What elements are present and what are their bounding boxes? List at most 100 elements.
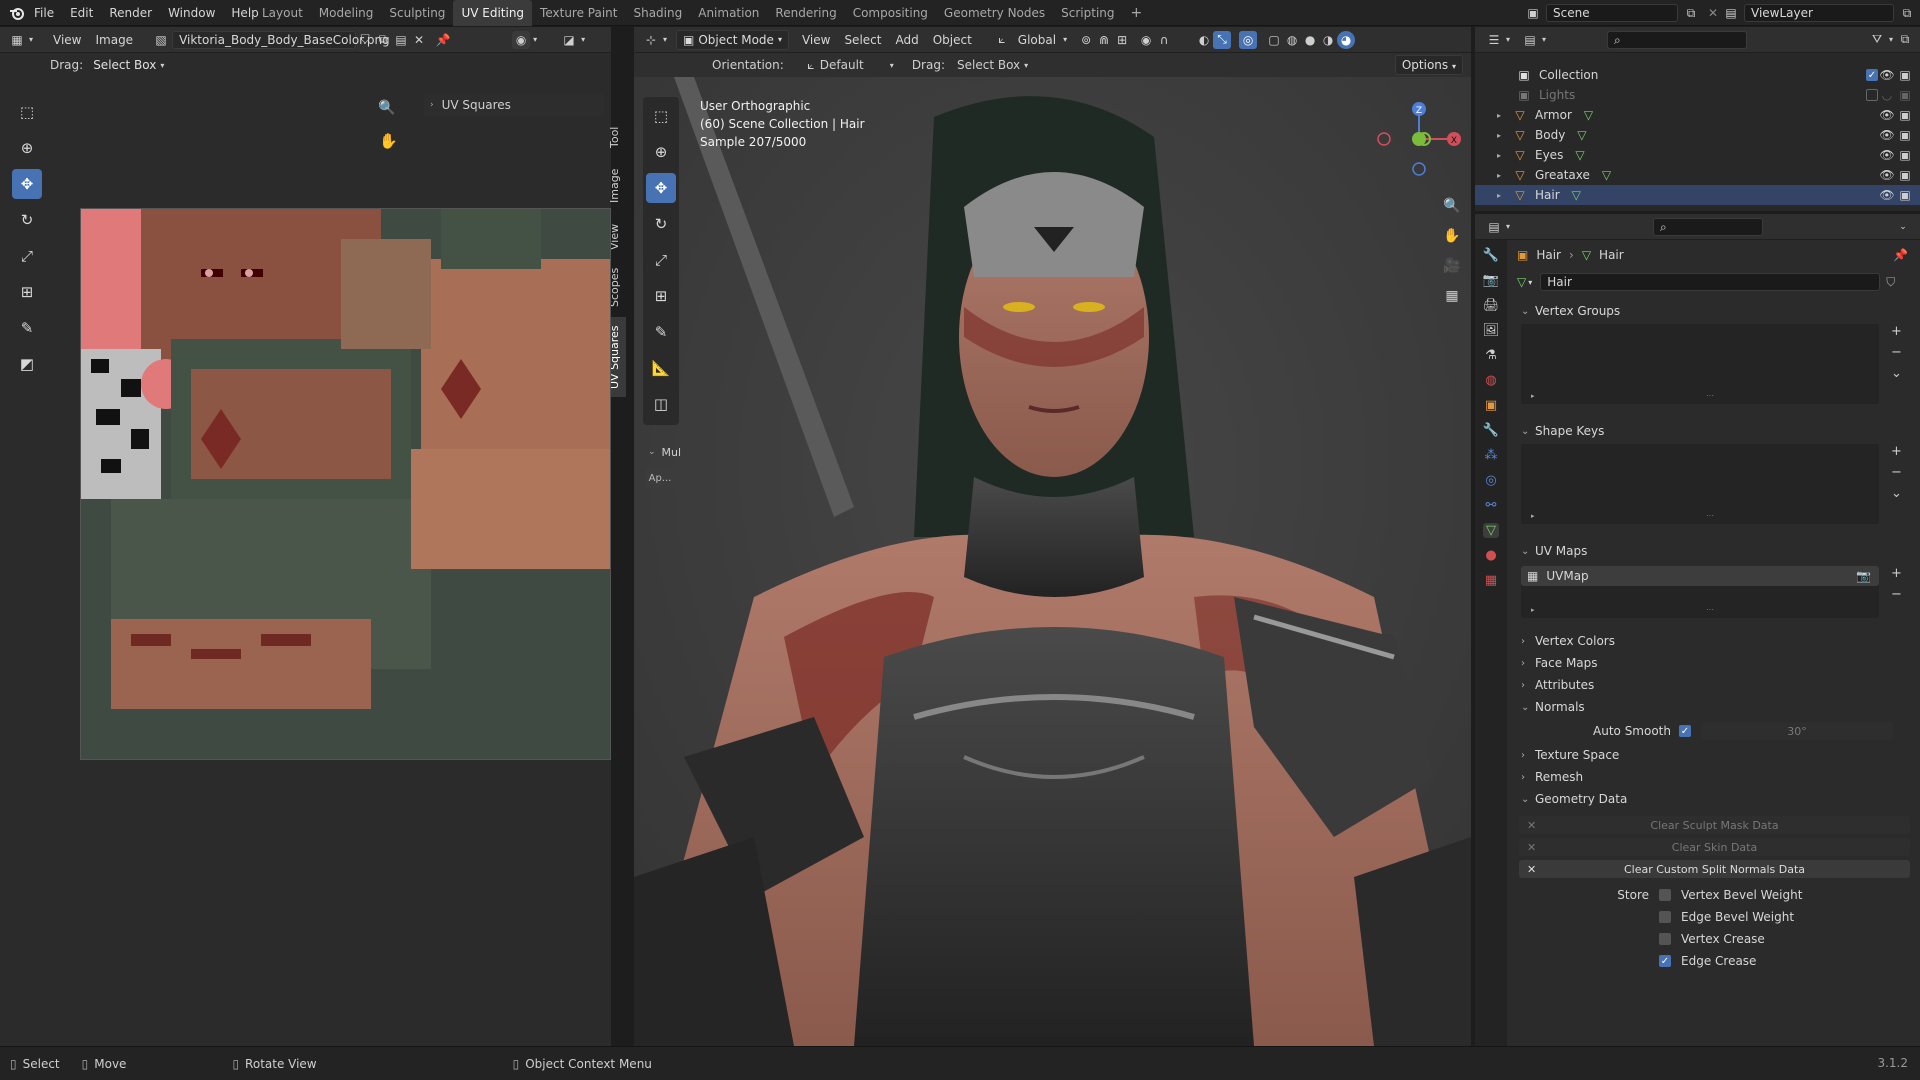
editor-type-icon[interactable]: ⊹: [642, 31, 660, 49]
menu-render[interactable]: Render: [101, 0, 160, 26]
mesh-name-field[interactable]: Hair: [1540, 273, 1881, 291]
pivot-icon[interactable]: ⊚: [1077, 31, 1095, 49]
uvmap-item[interactable]: ▦ UVMap 📷: [1521, 566, 1879, 586]
eye-icon[interactable]: 👁: [1878, 126, 1896, 144]
lights-checkbox[interactable]: [1866, 89, 1878, 101]
eye-icon[interactable]: 👁: [1878, 146, 1896, 164]
uv-overlay-icon[interactable]: ◉: [512, 30, 531, 49]
image-browse-icon[interactable]: ▧: [152, 31, 170, 49]
uv-menu-view[interactable]: View: [46, 27, 88, 53]
outliner-row-armor[interactable]: ▸ ▽ Armor ▽ 👁 ▣: [1475, 105, 1920, 125]
material-tab-icon[interactable]: ●: [1485, 548, 1496, 563]
snap-icon[interactable]: ⋒: [1095, 31, 1113, 49]
wireframe-shading-icon[interactable]: ◍: [1283, 31, 1301, 49]
fake-user-icon[interactable]: ⛉: [1886, 275, 1895, 290]
menu-edit[interactable]: Edit: [62, 0, 101, 26]
expand-arrow-icon[interactable]: ▸: [1497, 151, 1511, 160]
render-tab-icon[interactable]: 📷: [1483, 273, 1499, 288]
view-layer-tab-icon[interactable]: 🖼: [1483, 323, 1500, 338]
tab-layout[interactable]: Layout: [254, 0, 311, 26]
texture-tab-icon[interactable]: ▦: [1485, 573, 1497, 588]
collection-checkbox[interactable]: ✓: [1866, 69, 1878, 81]
clear-skin-data-button[interactable]: ✕ Clear Skin Data: [1519, 838, 1910, 856]
drag-select-box[interactable]: Select Box: [93, 58, 156, 72]
particles-tab-icon[interactable]: ⁂: [1485, 448, 1498, 463]
panel-texture-space[interactable]: › Texture Space: [1511, 744, 1920, 766]
rotate-tool-icon[interactable]: ↻: [12, 205, 42, 235]
new-image-icon[interactable]: ⧉: [374, 31, 392, 49]
measure-tool-icon[interactable]: 📐: [646, 353, 676, 383]
pan-icon[interactable]: ✋: [1440, 221, 1464, 251]
camera-icon[interactable]: ▣: [1896, 66, 1914, 84]
data-tab-icon[interactable]: ▽: [1483, 523, 1499, 538]
viewport-menu-object[interactable]: Object: [926, 27, 979, 53]
unlink-image-icon[interactable]: ✕: [410, 31, 428, 49]
viewport-menu-add[interactable]: Add: [888, 27, 925, 53]
auto-smooth-checkbox[interactable]: ✓: [1679, 725, 1691, 737]
side-tab-tool[interactable]: Tool: [608, 117, 626, 157]
viewport-menu-select[interactable]: Select: [837, 27, 888, 53]
panel-geometry-data[interactable]: ⌄ Geometry Data: [1511, 788, 1920, 810]
scale-tool-icon[interactable]: ⤢: [646, 245, 676, 275]
tool-tab-icon[interactable]: 🔧: [1483, 248, 1499, 263]
delete-scene-icon[interactable]: ✕: [1704, 4, 1722, 22]
panel-uv-maps[interactable]: ⌄ UV Maps: [1511, 540, 1920, 562]
add-workspace-icon[interactable]: +: [1123, 0, 1151, 26]
pin-icon[interactable]: 📌: [434, 31, 452, 49]
editor-type-icon[interactable]: ▦: [8, 31, 26, 49]
scene-icon[interactable]: ▣: [1524, 4, 1542, 22]
transform-tool-icon[interactable]: ⊞: [646, 281, 676, 311]
tab-animation[interactable]: Animation: [690, 0, 767, 26]
mul-panel[interactable]: ⌄ Mul: [648, 442, 688, 462]
fake-user-icon[interactable]: ⛉: [356, 31, 374, 49]
gizmo-toggle-icon[interactable]: ⤡: [1213, 30, 1232, 49]
edge-crease-checkbox[interactable]: ✓: [1659, 955, 1671, 967]
rip-tool-icon[interactable]: ◩: [12, 349, 42, 379]
clear-custom-normals-button[interactable]: ✕ Clear Custom Split Normals Data: [1519, 860, 1910, 878]
panel-normals[interactable]: ⌄ Normals: [1511, 696, 1920, 718]
expand-arrow-icon[interactable]: ▸: [1531, 606, 1535, 614]
panel-remesh[interactable]: › Remesh: [1511, 766, 1920, 788]
panel-vertex-groups[interactable]: ⌄ Vertex Groups: [1511, 300, 1920, 322]
edge-bevel-checkbox[interactable]: [1659, 911, 1671, 923]
perspective-toggle-icon[interactable]: ▦: [1440, 281, 1464, 311]
specials-chevron-icon[interactable]: ⌄: [1891, 486, 1902, 501]
uv-texture-image[interactable]: [80, 208, 611, 760]
chevron-down-icon[interactable]: ⌄: [1894, 218, 1912, 236]
resize-handle-icon[interactable]: ⋯: [1706, 391, 1714, 400]
move-tool-icon[interactable]: ✥: [646, 173, 676, 203]
tab-texture-paint[interactable]: Texture Paint: [532, 0, 625, 26]
specials-chevron-icon[interactable]: ⌄: [1891, 366, 1902, 381]
filter-icon[interactable]: ⛛: [1868, 31, 1886, 49]
uv-squares-panel[interactable]: › UV Squares: [424, 94, 604, 116]
constraints-tab-icon[interactable]: ⚯: [1486, 498, 1497, 513]
camera-icon[interactable]: ▣: [1896, 146, 1914, 164]
ap-button[interactable]: Ap...: [646, 468, 674, 488]
outliner-search-input[interactable]: ⌕: [1607, 30, 1747, 49]
camera-view-icon[interactable]: 🎥: [1440, 251, 1464, 281]
expand-arrow-icon[interactable]: ▸: [1497, 171, 1511, 180]
panel-vertex-colors[interactable]: › Vertex Colors: [1511, 630, 1920, 652]
falloff-icon[interactable]: ∩: [1155, 31, 1173, 49]
display-mode-icon[interactable]: ▤: [1521, 31, 1539, 49]
view-layer-icon[interactable]: ▤: [1722, 4, 1740, 22]
add-icon[interactable]: +: [1891, 324, 1902, 339]
properties-editor-icon[interactable]: ▤: [1485, 218, 1503, 236]
object-tab-icon[interactable]: ▣: [1485, 398, 1497, 413]
remove-icon[interactable]: −: [1891, 587, 1902, 602]
material-shading-icon[interactable]: ◑: [1319, 31, 1337, 49]
panel-shape-keys[interactable]: ⌄ Shape Keys: [1511, 420, 1920, 442]
side-tab-image[interactable]: Image: [608, 161, 626, 211]
orientation-default[interactable]: Default: [820, 58, 890, 72]
tab-sculpting[interactable]: Sculpting: [381, 0, 453, 26]
drag-select-box[interactable]: Select Box: [957, 58, 1020, 72]
menu-file[interactable]: File: [26, 0, 62, 26]
open-image-icon[interactable]: ▤: [392, 31, 410, 49]
new-scene-icon[interactable]: ⧉: [1682, 4, 1700, 22]
annotate-tool-icon[interactable]: ✎: [12, 313, 42, 343]
vertex-crease-checkbox[interactable]: [1659, 933, 1671, 945]
clear-sculpt-mask-button[interactable]: ✕ Clear Sculpt Mask Data: [1519, 816, 1910, 834]
world-tab-icon[interactable]: ◍: [1485, 373, 1496, 388]
mesh-datablock[interactable]: ▽ ▾ Hair ⛉: [1511, 270, 1920, 294]
pin-icon[interactable]: 📌: [1893, 248, 1908, 262]
